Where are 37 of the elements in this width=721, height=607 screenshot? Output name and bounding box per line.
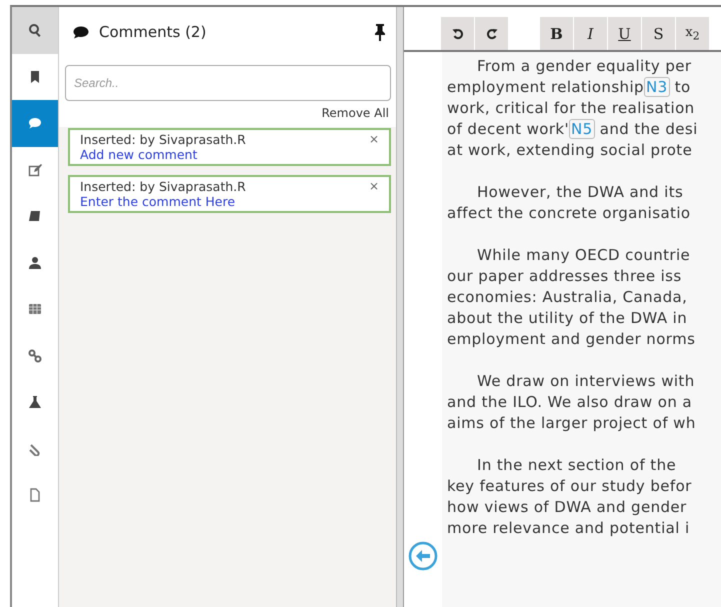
undo-button[interactable] bbox=[441, 17, 474, 50]
comment-author: Inserted: by Sivaprasath.R bbox=[80, 132, 246, 147]
paperclip-icon bbox=[28, 442, 42, 456]
comment-icon bbox=[73, 26, 89, 38]
paragraph: While many OECD countrie our paper addresses three iss economies: Australia, Canada, about the utility of the DWA in employment and gender norms bbox=[447, 245, 696, 350]
close-button[interactable]: × bbox=[368, 132, 379, 147]
subscript-button[interactable]: x$_{2}$ bbox=[676, 17, 709, 50]
paragraph: However, the DWA and its affect the concrete organisatio bbox=[447, 182, 692, 224]
edit-icon bbox=[28, 162, 42, 177]
panel-title: Comments (2) bbox=[99, 23, 208, 41]
italic-button[interactable]: I bbox=[574, 17, 607, 50]
link-icon bbox=[28, 348, 42, 363]
close-button[interactable]: × bbox=[368, 179, 379, 194]
remove-all-link[interactable]: Remove All bbox=[322, 106, 389, 120]
table-icon bbox=[28, 302, 42, 316]
undo-icon bbox=[452, 28, 464, 40]
search-field[interactable]: Search.. bbox=[65, 65, 391, 101]
comment-author: Inserted: by Sivaprasath.R bbox=[80, 179, 246, 194]
comment-tab[interactable] bbox=[12, 100, 58, 146]
underline-button[interactable]: U bbox=[608, 17, 641, 50]
bookmark-icon bbox=[28, 70, 42, 84]
flask-icon bbox=[28, 395, 42, 410]
document-icon bbox=[28, 488, 42, 502]
pin-icon[interactable] bbox=[374, 24, 386, 40]
redo-icon bbox=[486, 28, 498, 40]
bold-button[interactable]: B bbox=[540, 17, 573, 50]
paragraph: In the next section of the key features of our study befor how views of DWA and gender more relevance and potential i bbox=[447, 455, 693, 539]
strike-button[interactable]: S bbox=[642, 17, 675, 50]
paragraph: We draw on interviews with and the ILO. We also draw on a aims of the larger project of wh bbox=[447, 371, 697, 434]
comment-icon bbox=[28, 116, 42, 130]
redo-button[interactable] bbox=[475, 17, 508, 50]
search-icon bbox=[28, 23, 42, 38]
comment-text[interactable]: Enter the comment Here bbox=[80, 194, 236, 209]
comment-text[interactable]: Add new comment bbox=[80, 147, 198, 162]
search-tab[interactable] bbox=[12, 7, 58, 54]
paragraph: From a gender equality per employment relationship N3 to work, critical for the realisation of decent work'N5 and the desi at work, extending social prote bbox=[447, 56, 699, 161]
user-icon bbox=[28, 256, 42, 270]
